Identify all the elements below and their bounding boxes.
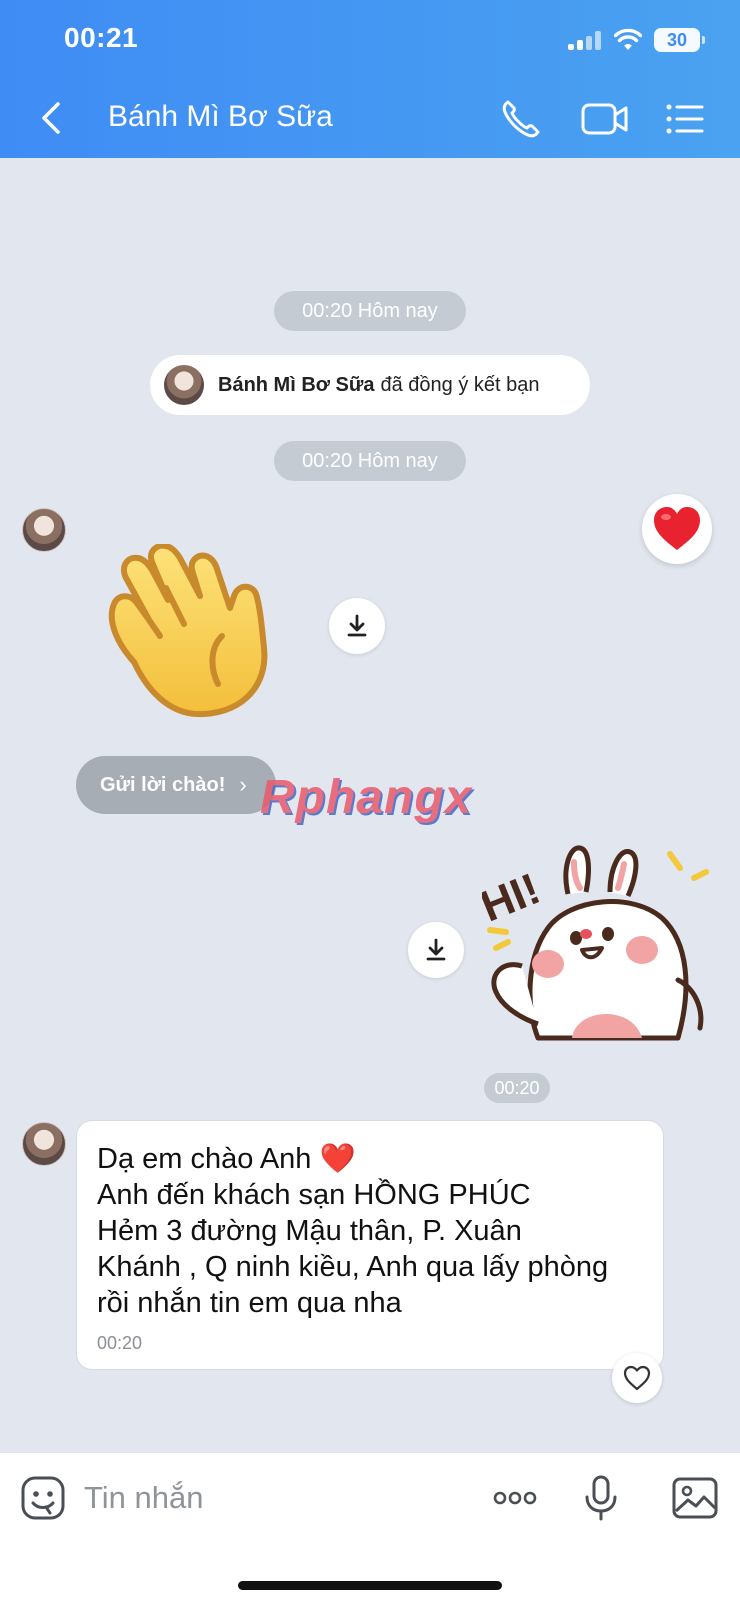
watermark: Rphangx	[260, 771, 473, 824]
message-line: Dạ em chào Anh ❤️	[97, 1143, 356, 1175]
sticker-timestamp: 00:20	[484, 1073, 550, 1103]
battery-indicator: 30	[654, 28, 705, 52]
chevron-right-icon: ›	[239, 772, 247, 797]
download-icon	[426, 938, 446, 961]
sticker-emoji-icon[interactable]	[20, 1475, 66, 1521]
more-options-icon[interactable]	[490, 1473, 540, 1523]
back-icon[interactable]	[34, 98, 70, 138]
home-indicator	[238, 1581, 502, 1590]
send-greeting-label: Gửi lời chào!	[100, 773, 226, 796]
chat-title: Bánh Mì Bơ Sữa	[108, 100, 333, 133]
send-greeting-button[interactable]: Gửi lời chào! ›	[76, 756, 276, 814]
like-button[interactable]	[612, 1353, 662, 1403]
notice-contact-name: Bánh Mì Bơ Sữa	[218, 373, 375, 396]
menu-list-icon[interactable]	[664, 96, 706, 142]
heart-outline-icon	[623, 1365, 651, 1391]
message-timestamp: 00:20	[97, 1333, 143, 1353]
phone-call-icon[interactable]	[498, 96, 544, 142]
avatar	[164, 365, 204, 405]
message-line: Khánh , Q ninh kiều, Anh qua lấy phòng	[97, 1251, 609, 1283]
sticker-hi-text: HI!	[482, 864, 547, 931]
notice-text: đã đồng ý kết bạn	[380, 373, 540, 396]
message-input-bar	[0, 1452, 740, 1600]
heart-icon	[654, 507, 700, 550]
friend-accepted-notice: Bánh Mì Bơ Sữa đã đồng ý kết bạn	[150, 355, 590, 415]
video-call-icon[interactable]	[580, 96, 630, 142]
status-time: 00:21	[64, 22, 139, 53]
download-button[interactable]	[329, 598, 385, 654]
message-line: Hẻm 3 đường Mậu thân, P. Xuân	[97, 1215, 522, 1247]
waving-hand-sticker[interactable]	[104, 544, 286, 718]
message-line: Anh đến khách sạn HỒNG PHÚC	[97, 1179, 531, 1211]
microphone-icon[interactable]	[576, 1473, 626, 1523]
contact-avatar[interactable]	[22, 1122, 66, 1166]
download-icon	[347, 614, 367, 637]
heart-reaction-button[interactable]	[642, 494, 712, 564]
image-gallery-icon[interactable]	[670, 1473, 720, 1523]
date-separator: 00:20 Hôm nay	[274, 291, 466, 331]
message-input[interactable]	[84, 1475, 464, 1521]
download-button[interactable]	[408, 922, 464, 978]
contact-avatar[interactable]	[22, 508, 66, 552]
date-separator: 00:20 Hôm nay	[274, 441, 466, 481]
wifi-icon	[614, 28, 642, 50]
hi-bunny-sticker[interactable]: HI!	[482, 838, 722, 1060]
chat-header: 00:21 30 Bánh Mì Bơ Sữa	[0, 0, 740, 158]
cell-signal-icon	[568, 30, 602, 50]
message-line: rồi nhắn tin em qua nha	[97, 1287, 402, 1319]
incoming-message-bubble[interactable]: Dạ em chào Anh ❤️ Anh đến khách sạn HỒNG…	[76, 1120, 664, 1370]
